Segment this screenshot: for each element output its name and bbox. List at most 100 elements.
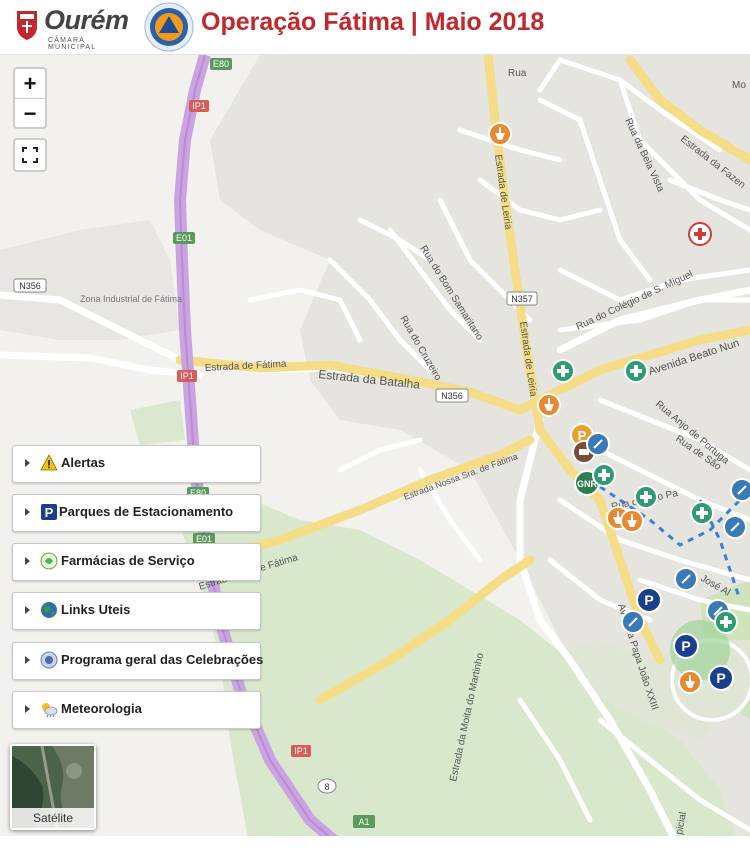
shield-e01-label: E01 [176, 233, 192, 243]
first-aid-marker[interactable] [592, 463, 616, 487]
layer-panel-alertas[interactable]: Alertas [12, 445, 261, 483]
svg-text:P: P [45, 505, 54, 520]
road-shield-n356-mid: N356 [435, 388, 469, 403]
weather-icon [42, 703, 58, 718]
first-aid-marker[interactable] [714, 610, 738, 634]
chevron-right-icon [25, 705, 30, 713]
shield-ip1-mid-label: IP1 [180, 371, 194, 381]
warning-icon [40, 454, 58, 471]
parking-marker[interactable]: P [708, 665, 734, 691]
chevron-right-icon [25, 557, 30, 565]
map-label-mo: Mo [732, 80, 746, 91]
map-label-estrada-mota: Estrada da Moita do Martinho [448, 652, 486, 783]
municipal-shield-logo [17, 11, 37, 40]
layer-panel-links[interactable]: Links Uteis [12, 592, 261, 630]
map-label-estrada-nossa-sra: Estrada Nossa Sra. de Fátima [402, 451, 519, 502]
shield-n356-left-label: N356 [19, 281, 41, 291]
parking-marker[interactable]: P [673, 633, 699, 659]
shield-8-label: 8 [324, 782, 329, 792]
layer-label: Programa geral das Celebrações [61, 652, 264, 667]
chevron-right-icon [25, 606, 30, 614]
layer-panel-meteorologia[interactable]: Meteorologia [12, 691, 261, 729]
accessibility-marker[interactable] [586, 432, 610, 456]
chevron-right-icon [25, 508, 30, 516]
accessibility-marker[interactable] [723, 515, 747, 539]
fullscreen-icon [22, 147, 38, 163]
map-label-pical: picial [674, 811, 689, 835]
zoom-in-button[interactable]: + [15, 69, 45, 99]
map-label-rua-anjo: Rua Anjo de Portuga [653, 399, 731, 467]
pharmacy-marker[interactable] [537, 393, 561, 417]
parking-icon: P [41, 504, 57, 520]
map-label-estrada-leiria-top: Estrada de Leiria [492, 154, 513, 231]
map-label-avenida-beato: Avenida Beato Nun [647, 337, 741, 378]
map-label-estrada-fatima: Estrada de Fátima [205, 359, 288, 374]
layer-panel-parques[interactable]: P Parques de Estacionamento [12, 494, 261, 532]
road-shield-ip1-top: IP1 [189, 100, 209, 112]
map-label-zona-industrial: Zona Industrial de Fátima [80, 294, 182, 304]
parking-marker-label: P [644, 592, 653, 608]
shield-n357-label: N357 [511, 294, 533, 304]
road-shield-n356-left: N356 [13, 278, 47, 293]
shield-ip1-label: IP1 [192, 101, 206, 111]
brand-name: Ourém [44, 5, 129, 35]
first-aid-marker[interactable] [634, 485, 658, 509]
civil-protection-logo [144, 2, 194, 52]
brand-logo: Ourém CÂMARA MUNICIPAL [44, 4, 136, 51]
hospital-marker[interactable] [688, 222, 712, 246]
first-aid-marker[interactable] [551, 359, 575, 383]
accessibility-marker[interactable] [621, 610, 645, 634]
layer-label: Farmácias de Serviço [61, 553, 195, 568]
pharmacy-marker[interactable] [488, 122, 512, 146]
road-shield-ip1-bottom: IP1 [291, 745, 311, 757]
chevron-right-icon [25, 459, 30, 467]
shield-e80-label: E80 [213, 59, 229, 69]
road-shield-ip1-mid: IP1 [177, 370, 197, 382]
shield-n356-mid-label: N356 [441, 391, 463, 401]
layer-panel-programa[interactable]: Programa geral das Celebrações [12, 642, 264, 680]
first-aid-marker[interactable] [690, 501, 714, 525]
map-label-estrada-fazen: Estrada da Fazen [678, 134, 747, 191]
road-shield-a1: A1 [353, 815, 375, 828]
layer-panel-farmacias[interactable]: Farmácias de Serviço [12, 543, 261, 581]
road-shield-e80-top: E80 [210, 58, 232, 70]
first-aid-marker[interactable] [624, 359, 648, 383]
parking-marker-label: P [716, 670, 725, 686]
map-label-rua-cruzeiro: Rua do Cruzeiro [397, 314, 443, 383]
map-label-rua-colegio: Rua do Colégio de S. Miguel [575, 269, 695, 333]
globe-icon [41, 602, 57, 618]
road-shield-8: 8 [317, 778, 337, 794]
road-shield-e01-top: E01 [173, 232, 195, 244]
road-shield-n357: N357 [506, 291, 538, 306]
zoom-out-button[interactable]: − [15, 99, 45, 128]
shield-a1-label: A1 [358, 817, 369, 827]
shield-ip1-bottom-label: IP1 [294, 746, 308, 756]
map-label-estrada-batalha: Estrada da Batalha [318, 367, 421, 392]
accessibility-marker[interactable] [730, 478, 750, 502]
map-label-rua-jose: José Al [699, 573, 732, 599]
brand-subtitle: CÂMARA MUNICIPAL [48, 37, 97, 51]
pharmacy-marker[interactable] [620, 509, 644, 533]
layer-label: Links Uteis [61, 602, 131, 617]
layer-label: Alertas [61, 455, 106, 470]
pharmacy-icon [40, 552, 58, 570]
header-bar: Ourém CÂMARA MUNICIPAL Operação Fátima |… [0, 0, 750, 55]
satellite-toggle-button[interactable]: Satélite [10, 744, 96, 830]
accessibility-marker[interactable] [674, 567, 698, 591]
pharmacy-marker[interactable] [678, 670, 702, 694]
page-title: Operação Fátima | Maio 2018 [201, 8, 545, 36]
layer-label: Parques de Estacionamento [59, 504, 234, 519]
fullscreen-button[interactable] [13, 138, 47, 172]
program-icon [40, 651, 58, 669]
satellite-label: Satélite [12, 808, 94, 828]
map-label-estrada-leiria-mid: Estrada de Leiria [517, 321, 538, 398]
bottom-strip [0, 836, 750, 850]
map-label-rua-top: Rua [508, 68, 527, 79]
parking-marker-label: P [681, 638, 690, 654]
layer-label: Meteorologia [61, 701, 142, 716]
map-label-rua-bom-samaritano: Rua do Bom Samaritano [417, 244, 485, 343]
map-label-rua-bela-vista: Rua da Bela Vista [622, 117, 666, 194]
parking-marker[interactable]: P [636, 587, 662, 613]
zoom-control: + − [13, 67, 47, 129]
chevron-right-icon [25, 656, 30, 664]
